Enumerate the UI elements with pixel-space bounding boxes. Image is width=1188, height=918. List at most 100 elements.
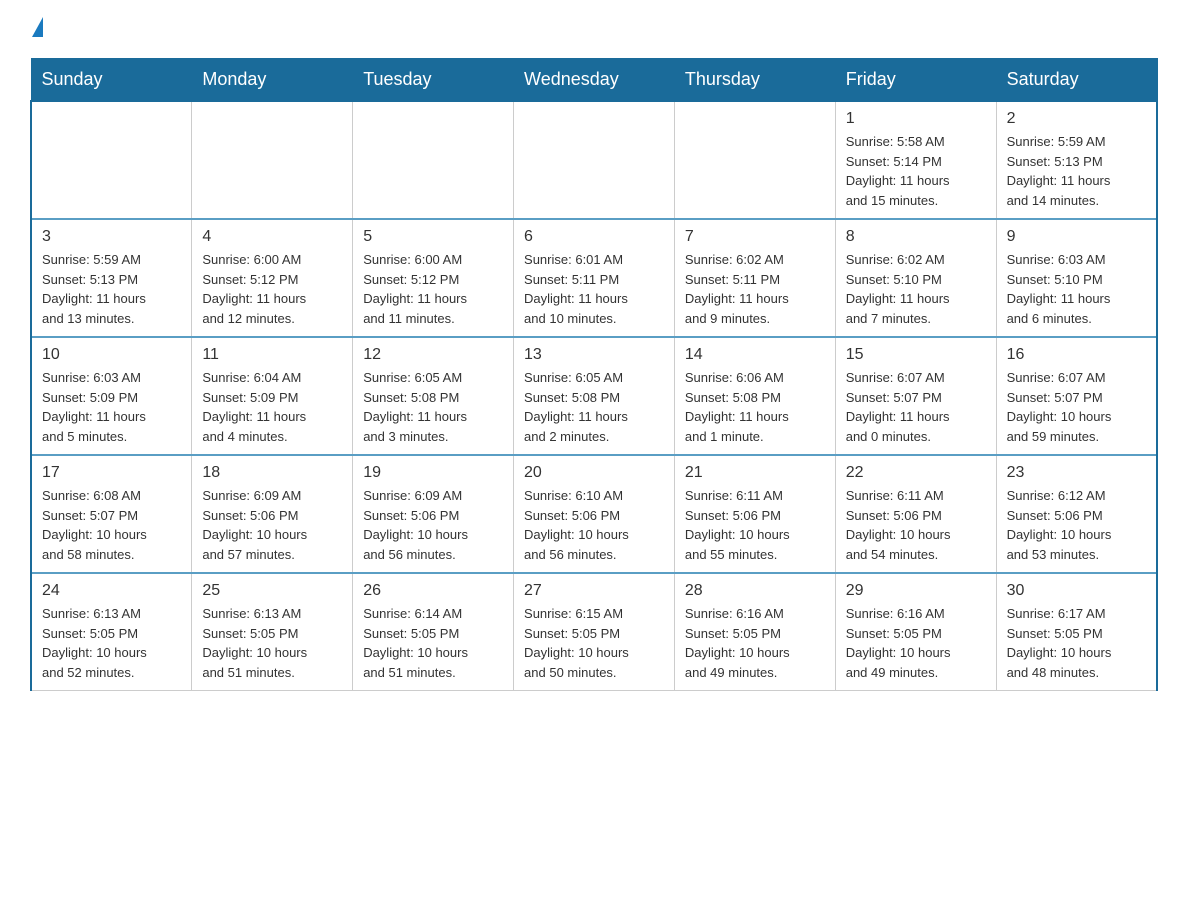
day-number: 24 <box>42 582 181 600</box>
day-info: Sunrise: 6:00 AM Sunset: 5:12 PM Dayligh… <box>202 250 342 328</box>
day-info: Sunrise: 6:16 AM Sunset: 5:05 PM Dayligh… <box>846 604 986 682</box>
day-number: 14 <box>685 346 825 364</box>
day-info: Sunrise: 6:14 AM Sunset: 5:05 PM Dayligh… <box>363 604 503 682</box>
table-row: 27Sunrise: 6:15 AM Sunset: 5:05 PM Dayli… <box>514 573 675 691</box>
table-row <box>31 101 192 219</box>
day-info: Sunrise: 6:08 AM Sunset: 5:07 PM Dayligh… <box>42 486 181 564</box>
table-row: 25Sunrise: 6:13 AM Sunset: 5:05 PM Dayli… <box>192 573 353 691</box>
day-number: 29 <box>846 582 986 600</box>
day-info: Sunrise: 6:05 AM Sunset: 5:08 PM Dayligh… <box>524 368 664 446</box>
table-row: 3 Sunrise: 5:59 AM Sunset: 5:13 PM Daylig… <box>31 219 192 337</box>
day-number: 9 <box>1007 228 1146 246</box>
day-info: Sunrise: 6:10 AM Sunset: 5:06 PM Dayligh… <box>524 486 664 564</box>
table-row: 8 Sunrise: 6:02 AM Sunset: 5:10 PM Daylig… <box>835 219 996 337</box>
header-friday: Friday <box>835 59 996 102</box>
header-tuesday: Tuesday <box>353 59 514 102</box>
table-row: 14 Sunrise: 6:06 AM Sunset: 5:08 PM Dayli… <box>674 337 835 455</box>
day-number: 8 <box>846 228 986 246</box>
weekday-header-row: Sunday Monday Tuesday Wednesday Thursday… <box>31 59 1157 102</box>
logo <box>30 20 43 40</box>
calendar-week-row: 3 Sunrise: 5:59 AM Sunset: 5:13 PM Daylig… <box>31 219 1157 337</box>
day-info: Sunrise: 6:06 AM Sunset: 5:08 PM Dayligh… <box>685 368 825 446</box>
table-row: 12 Sunrise: 6:05 AM Sunset: 5:08 PM Dayli… <box>353 337 514 455</box>
table-row: 29 Sunrise: 6:16 AM Sunset: 5:05 PM Dayli… <box>835 573 996 691</box>
day-number: 3 <box>42 228 181 246</box>
day-number: 1 <box>846 110 986 128</box>
day-info: Sunrise: 6:07 AM Sunset: 5:07 PM Dayligh… <box>846 368 986 446</box>
table-row: 13 Sunrise: 6:05 AM Sunset: 5:08 PM Dayli… <box>514 337 675 455</box>
day-number: 18 <box>202 464 342 482</box>
day-info: Sunrise: 6:09 AM Sunset: 5:06 PM Dayligh… <box>363 486 503 564</box>
day-number: 21 <box>685 464 825 482</box>
day-info: Sunrise: 6:09 AM Sunset: 5:06 PM Dayligh… <box>202 486 342 564</box>
table-row <box>353 101 514 219</box>
table-row: 10Sunrise: 6:03 AM Sunset: 5:09 PM Dayli… <box>31 337 192 455</box>
table-row: 17 Sunrise: 6:08 AM Sunset: 5:07 PM Dayli… <box>31 455 192 573</box>
table-row: 5 Sunrise: 6:00 AM Sunset: 5:12 PM Daylig… <box>353 219 514 337</box>
day-info: Sunrise: 6:12 AM Sunset: 5:06 PM Dayligh… <box>1007 486 1146 564</box>
table-row: 15Sunrise: 6:07 AM Sunset: 5:07 PM Dayli… <box>835 337 996 455</box>
table-row: 28 Sunrise: 6:16 AM Sunset: 5:05 PM Dayli… <box>674 573 835 691</box>
day-info: Sunrise: 5:58 AM Sunset: 5:14 PM Dayligh… <box>846 132 986 210</box>
day-number: 16 <box>1007 346 1146 364</box>
day-number: 11 <box>202 346 342 364</box>
table-row: 11 Sunrise: 6:04 AM Sunset: 5:09 PM Dayli… <box>192 337 353 455</box>
day-info: Sunrise: 6:03 AM Sunset: 5:10 PM Dayligh… <box>1007 250 1146 328</box>
table-row: 16 Sunrise: 6:07 AM Sunset: 5:07 PM Dayli… <box>996 337 1157 455</box>
day-number: 30 <box>1007 582 1146 600</box>
day-info: Sunrise: 6:02 AM Sunset: 5:10 PM Dayligh… <box>846 250 986 328</box>
table-row: 2Sunrise: 5:59 AM Sunset: 5:13 PM Daylig… <box>996 101 1157 219</box>
table-row: 26 Sunrise: 6:14 AM Sunset: 5:05 PM Dayli… <box>353 573 514 691</box>
page-header <box>30 20 1158 40</box>
calendar-week-row: 17 Sunrise: 6:08 AM Sunset: 5:07 PM Dayli… <box>31 455 1157 573</box>
table-row: 9 Sunrise: 6:03 AM Sunset: 5:10 PM Daylig… <box>996 219 1157 337</box>
day-number: 10 <box>42 346 181 364</box>
table-row: 6 Sunrise: 6:01 AM Sunset: 5:11 PM Daylig… <box>514 219 675 337</box>
day-info: Sunrise: 6:07 AM Sunset: 5:07 PM Dayligh… <box>1007 368 1146 446</box>
day-info: Sunrise: 6:00 AM Sunset: 5:12 PM Dayligh… <box>363 250 503 328</box>
table-row <box>514 101 675 219</box>
table-row <box>674 101 835 219</box>
logo-triangle-icon <box>32 17 43 37</box>
header-monday: Monday <box>192 59 353 102</box>
day-number: 19 <box>363 464 503 482</box>
table-row: 22 Sunrise: 6:11 AM Sunset: 5:06 PM Dayli… <box>835 455 996 573</box>
day-number: 7 <box>685 228 825 246</box>
calendar-week-row: 10Sunrise: 6:03 AM Sunset: 5:09 PM Dayli… <box>31 337 1157 455</box>
day-info: Sunrise: 5:59 AM Sunset: 5:13 PM Dayligh… <box>1007 132 1146 210</box>
day-info: Sunrise: 6:11 AM Sunset: 5:06 PM Dayligh… <box>846 486 986 564</box>
day-number: 27 <box>524 582 664 600</box>
day-number: 5 <box>363 228 503 246</box>
table-row: 24Sunrise: 6:13 AM Sunset: 5:05 PM Dayli… <box>31 573 192 691</box>
calendar-week-row: 24Sunrise: 6:13 AM Sunset: 5:05 PM Dayli… <box>31 573 1157 691</box>
table-row: 18 Sunrise: 6:09 AM Sunset: 5:06 PM Dayli… <box>192 455 353 573</box>
table-row <box>192 101 353 219</box>
calendar-table: Sunday Monday Tuesday Wednesday Thursday… <box>30 58 1158 691</box>
table-row: 4 Sunrise: 6:00 AM Sunset: 5:12 PM Daylig… <box>192 219 353 337</box>
day-number: 17 <box>42 464 181 482</box>
day-number: 12 <box>363 346 503 364</box>
day-info: Sunrise: 6:16 AM Sunset: 5:05 PM Dayligh… <box>685 604 825 682</box>
day-info: Sunrise: 6:05 AM Sunset: 5:08 PM Dayligh… <box>363 368 503 446</box>
table-row: 21Sunrise: 6:11 AM Sunset: 5:06 PM Dayli… <box>674 455 835 573</box>
day-info: Sunrise: 6:17 AM Sunset: 5:05 PM Dayligh… <box>1007 604 1146 682</box>
table-row: 1 Sunrise: 5:58 AM Sunset: 5:14 PM Daylig… <box>835 101 996 219</box>
day-number: 28 <box>685 582 825 600</box>
day-number: 20 <box>524 464 664 482</box>
day-info: Sunrise: 6:02 AM Sunset: 5:11 PM Dayligh… <box>685 250 825 328</box>
day-number: 22 <box>846 464 986 482</box>
table-row: 30 Sunrise: 6:17 AM Sunset: 5:05 PM Dayli… <box>996 573 1157 691</box>
day-info: Sunrise: 5:59 AM Sunset: 5:13 PM Dayligh… <box>42 250 181 328</box>
calendar-week-row: 1 Sunrise: 5:58 AM Sunset: 5:14 PM Daylig… <box>31 101 1157 219</box>
day-info: Sunrise: 6:01 AM Sunset: 5:11 PM Dayligh… <box>524 250 664 328</box>
day-number: 6 <box>524 228 664 246</box>
day-number: 4 <box>202 228 342 246</box>
header-sunday: Sunday <box>31 59 192 102</box>
day-number: 26 <box>363 582 503 600</box>
day-number: 13 <box>524 346 664 364</box>
table-row: 19 Sunrise: 6:09 AM Sunset: 5:06 PM Dayli… <box>353 455 514 573</box>
header-thursday: Thursday <box>674 59 835 102</box>
day-info: Sunrise: 6:04 AM Sunset: 5:09 PM Dayligh… <box>202 368 342 446</box>
table-row: 23Sunrise: 6:12 AM Sunset: 5:06 PM Dayli… <box>996 455 1157 573</box>
header-wednesday: Wednesday <box>514 59 675 102</box>
